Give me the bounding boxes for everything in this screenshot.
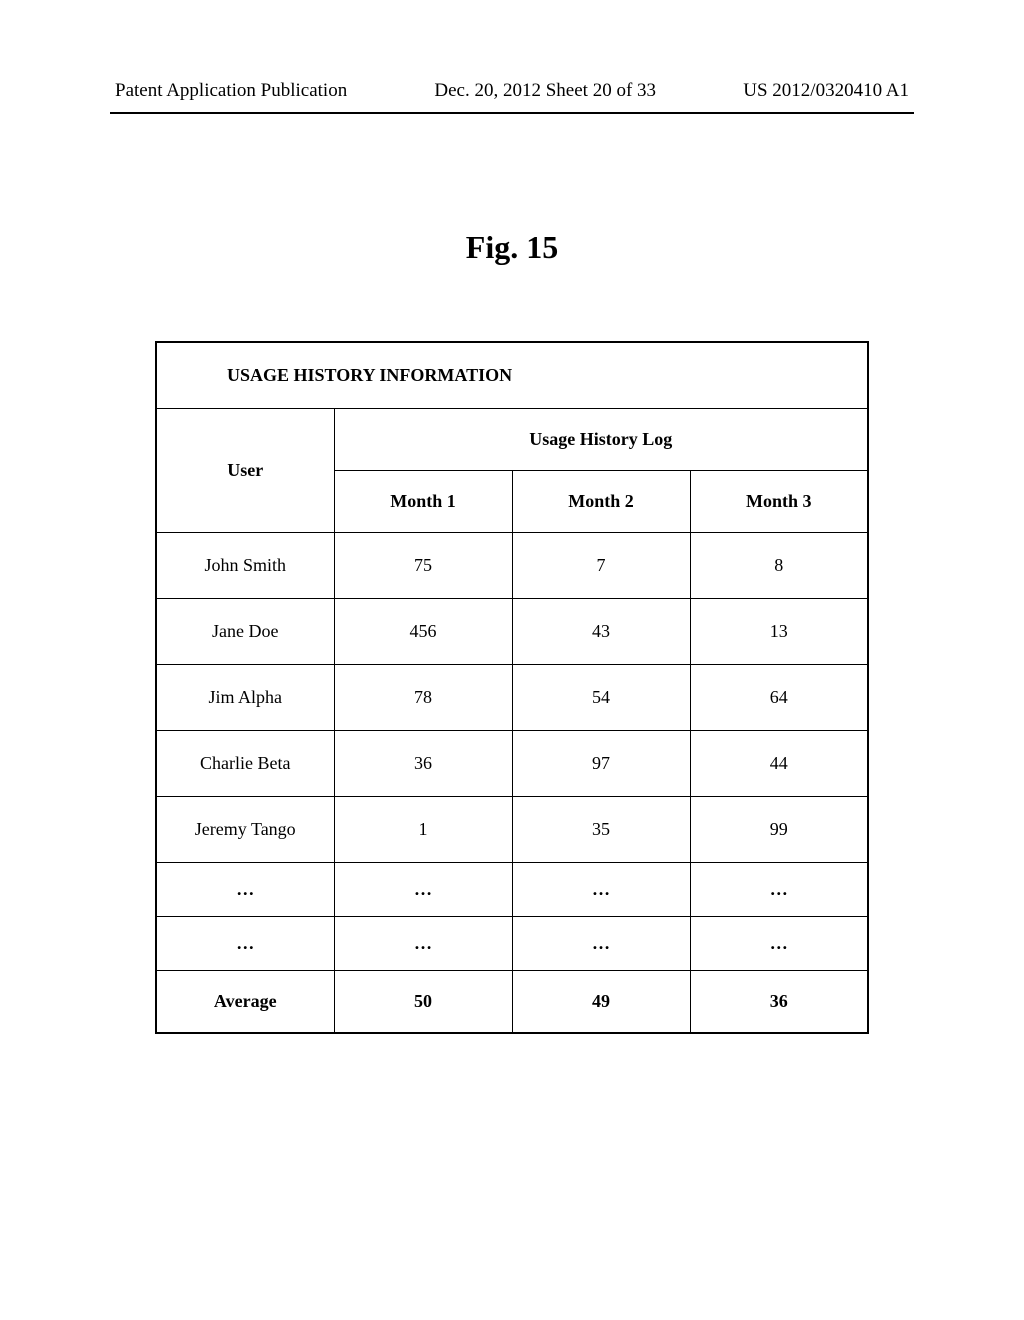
cell-user: John Smith bbox=[156, 533, 334, 599]
column-header-month-3: Month 3 bbox=[690, 471, 868, 533]
cell-ellipsis: … bbox=[334, 917, 512, 971]
cell-value: 54 bbox=[512, 665, 690, 731]
cell-value: 44 bbox=[690, 731, 868, 797]
table-row-ellipsis: … … … … bbox=[156, 917, 868, 971]
cell-user: Jane Doe bbox=[156, 599, 334, 665]
cell-value: 456 bbox=[334, 599, 512, 665]
cell-ellipsis: … bbox=[690, 863, 868, 917]
cell-value: 35 bbox=[512, 797, 690, 863]
page-header: Patent Application Publication Dec. 20, … bbox=[0, 0, 1024, 112]
cell-value: 43 bbox=[512, 599, 690, 665]
cell-value: 36 bbox=[334, 731, 512, 797]
table-row: Jim Alpha 78 54 64 bbox=[156, 665, 868, 731]
table-row: Charlie Beta 36 97 44 bbox=[156, 731, 868, 797]
cell-ellipsis: … bbox=[512, 917, 690, 971]
cell-average-label: Average bbox=[156, 971, 334, 1034]
cell-value: 64 bbox=[690, 665, 868, 731]
cell-ellipsis: … bbox=[512, 863, 690, 917]
cell-ellipsis: … bbox=[334, 863, 512, 917]
column-header-log: Usage History Log bbox=[334, 409, 868, 471]
table-row: Jeremy Tango 1 35 99 bbox=[156, 797, 868, 863]
usage-history-table: USAGE HISTORY INFORMATION User Usage His… bbox=[155, 341, 869, 1034]
column-header-month-1: Month 1 bbox=[334, 471, 512, 533]
header-divider bbox=[110, 112, 914, 114]
header-publication-type: Patent Application Publication bbox=[115, 80, 347, 102]
table-row-ellipsis: … … … … bbox=[156, 863, 868, 917]
cell-value: 75 bbox=[334, 533, 512, 599]
cell-value: 8 bbox=[690, 533, 868, 599]
column-header-month-2: Month 2 bbox=[512, 471, 690, 533]
cell-ellipsis: … bbox=[690, 917, 868, 971]
cell-ellipsis: … bbox=[156, 917, 334, 971]
usage-history-table-wrapper: USAGE HISTORY INFORMATION User Usage His… bbox=[155, 341, 869, 1034]
table-row-average: Average 50 49 36 bbox=[156, 971, 868, 1034]
cell-value: 99 bbox=[690, 797, 868, 863]
table-title: USAGE HISTORY INFORMATION bbox=[156, 342, 868, 409]
cell-user: Jim Alpha bbox=[156, 665, 334, 731]
cell-value: 7 bbox=[512, 533, 690, 599]
cell-average-value: 49 bbox=[512, 971, 690, 1034]
cell-value: 13 bbox=[690, 599, 868, 665]
cell-value: 97 bbox=[512, 731, 690, 797]
cell-ellipsis: … bbox=[156, 863, 334, 917]
table-row: John Smith 75 7 8 bbox=[156, 533, 868, 599]
column-header-user: User bbox=[156, 409, 334, 533]
cell-user: Jeremy Tango bbox=[156, 797, 334, 863]
header-publication-number: US 2012/0320410 A1 bbox=[743, 80, 909, 102]
cell-user: Charlie Beta bbox=[156, 731, 334, 797]
figure-label: Fig. 15 bbox=[0, 229, 1024, 266]
header-date-sheet: Dec. 20, 2012 Sheet 20 of 33 bbox=[434, 80, 656, 102]
cell-value: 1 bbox=[334, 797, 512, 863]
cell-average-value: 50 bbox=[334, 971, 512, 1034]
cell-value: 78 bbox=[334, 665, 512, 731]
cell-average-value: 36 bbox=[690, 971, 868, 1034]
table-row: Jane Doe 456 43 13 bbox=[156, 599, 868, 665]
